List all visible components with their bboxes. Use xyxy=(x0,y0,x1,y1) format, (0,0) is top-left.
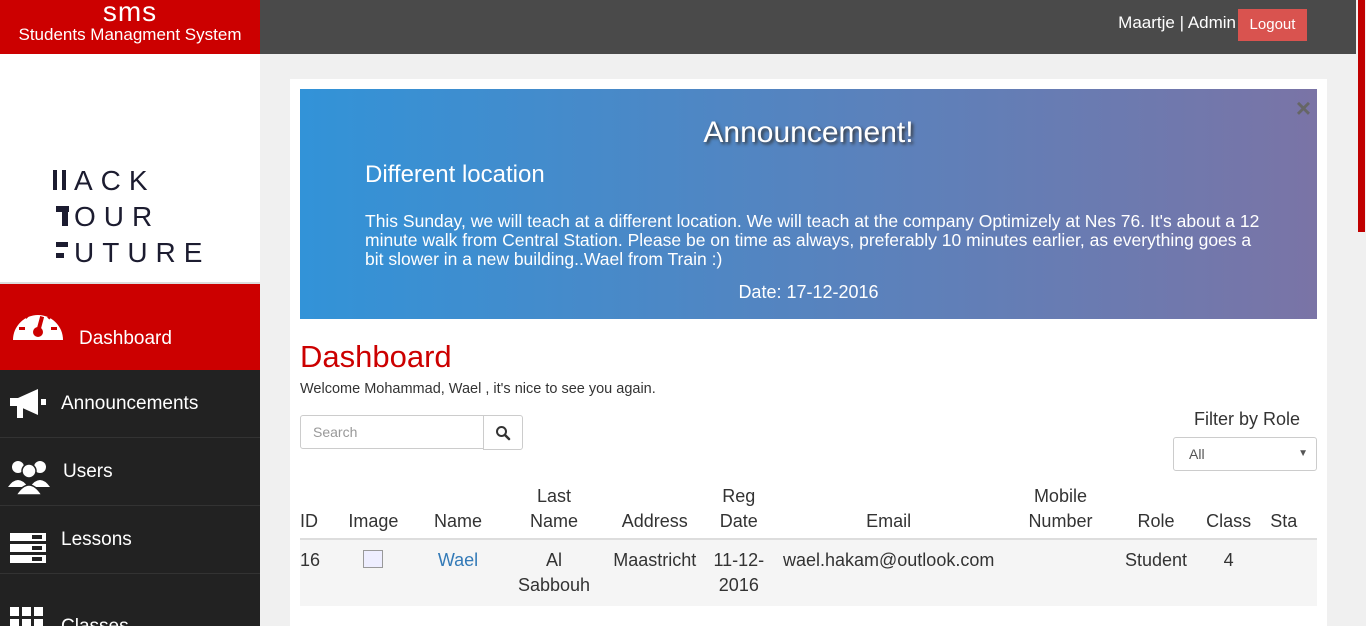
brand-abbr: sms xyxy=(102,0,158,27)
user-info: Maartje | Admin xyxy=(1118,13,1236,33)
cell-role: Student xyxy=(1116,538,1196,606)
sidebar-item-dashboard[interactable]: Dashboard xyxy=(0,284,260,370)
col-header-class[interactable]: Class xyxy=(1195,477,1263,540)
user-role: Admin xyxy=(1187,13,1236,32)
logo-text-line2: OUR xyxy=(74,201,160,232)
sidebar-item-label: Users xyxy=(63,460,113,482)
table-row[interactable]: 16 Wael Al Sabbouh Maastricht 11-12-2016… xyxy=(300,538,1317,606)
user-separator: | xyxy=(1179,13,1185,32)
page-scrollbar[interactable] xyxy=(1356,0,1366,626)
cell-status xyxy=(1262,538,1317,606)
col-header-email[interactable]: Email xyxy=(773,477,1004,540)
hackyourfuture-logo: ACK OUR UTURE xyxy=(53,166,210,266)
sidebar-item-users[interactable]: Users xyxy=(0,438,260,506)
col-header-role[interactable]: Role xyxy=(1116,477,1196,540)
user-name-link[interactable]: Wael xyxy=(438,550,478,570)
logo-text-line1: ACK xyxy=(74,166,156,196)
col-header-status[interactable]: Sta xyxy=(1262,477,1317,540)
sidebar-item-classes[interactable]: Classes xyxy=(0,574,260,626)
table-header-row: ID Image Name Last Name Address Reg Date… xyxy=(300,477,1317,540)
logo-text-line3: UTURE xyxy=(74,237,210,266)
col-header-address[interactable]: Address xyxy=(605,477,705,540)
cell-last-name: Al Sabbouh xyxy=(502,538,606,606)
col-header-name[interactable]: Name xyxy=(413,477,503,540)
sidebar-item-label: Dashboard xyxy=(79,328,172,349)
cell-email: wael.hakam@outlook.com xyxy=(773,538,1004,606)
cell-reg-date: 11-12-2016 xyxy=(704,538,774,606)
user-name[interactable]: Maartje xyxy=(1118,13,1175,32)
table-clip: ID Image Name Last Name Address Reg Date… xyxy=(290,79,1317,626)
brand-full-name: Students Managment System xyxy=(18,25,242,44)
cell-name[interactable]: Wael xyxy=(413,538,503,606)
megaphone-icon xyxy=(8,380,48,428)
top-bar: Maartje | Admin Logout xyxy=(260,0,1356,54)
sidebar-item-label: Classes xyxy=(61,616,129,626)
cell-id: 16 xyxy=(300,538,334,606)
sidebar-item-label: Lessons xyxy=(61,528,132,550)
cell-class: 4 xyxy=(1195,538,1263,606)
col-header-image: Image xyxy=(333,477,414,540)
dashboard-icon xyxy=(10,300,66,348)
sidebar-item-label: Announcements xyxy=(61,392,199,414)
broken-image-icon xyxy=(363,550,384,568)
logout-button[interactable]: Logout xyxy=(1238,9,1307,41)
col-header-mobile: Mobile Number xyxy=(1003,477,1117,540)
col-header-id[interactable]: ID xyxy=(300,477,334,540)
users-icon xyxy=(8,452,50,500)
scrollbar-thumb[interactable] xyxy=(1358,0,1365,232)
sidebar: sms Students Managment System ACK OUR UT… xyxy=(0,0,260,626)
grid-icon xyxy=(10,600,44,626)
brand-header[interactable]: sms Students Managment System xyxy=(0,0,260,54)
logo-box: ACK OUR UTURE xyxy=(0,54,260,284)
cell-mobile xyxy=(1003,538,1117,606)
users-table: ID Image Name Last Name Address Reg Date… xyxy=(300,477,1317,606)
cell-image xyxy=(333,538,414,606)
main-panel: × Announcement! Different location This … xyxy=(290,79,1327,626)
col-header-reg-date[interactable]: Reg Date xyxy=(704,477,774,540)
lessons-icon xyxy=(10,524,46,572)
sidebar-item-lessons[interactable]: Lessons xyxy=(0,506,260,574)
col-header-last-name[interactable]: Last Name xyxy=(502,477,606,540)
cell-address: Maastricht xyxy=(605,538,705,606)
sidebar-item-announcements[interactable]: Announcements xyxy=(0,370,260,438)
